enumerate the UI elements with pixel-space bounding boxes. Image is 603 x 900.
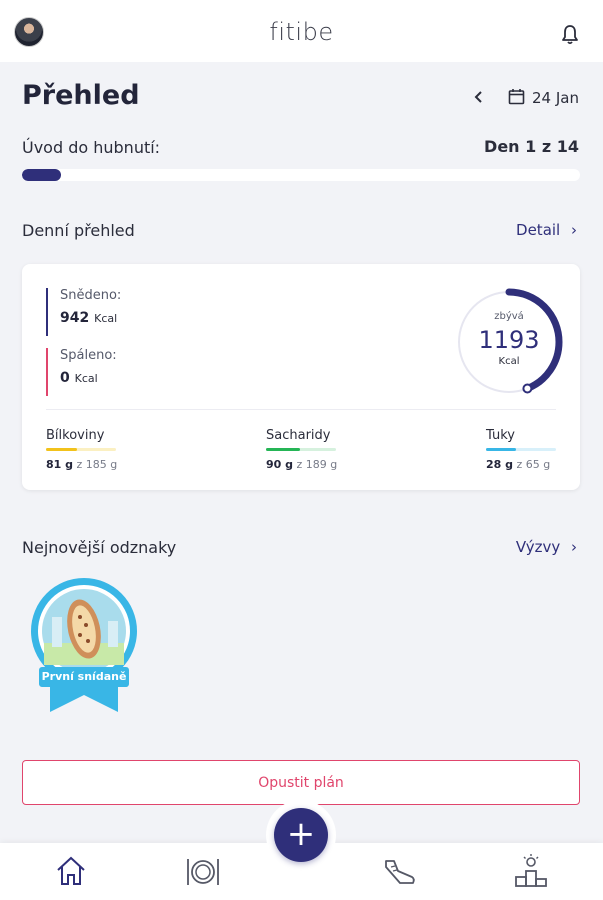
remaining-value: 1193 — [478, 326, 540, 354]
detail-link[interactable]: Detail › — [516, 221, 577, 239]
badge-label: První snídaně — [39, 667, 129, 687]
macro-amount: 81 g z 185 g — [46, 458, 166, 471]
macro-bar — [486, 448, 556, 451]
macro-bar-fill — [486, 448, 517, 451]
home-icon[interactable] — [53, 853, 89, 889]
burned-label: Spáleno: — [60, 348, 117, 363]
eaten-number: 942 — [60, 310, 90, 326]
macro-carbs: Sacharidy 90 g z 189 g — [266, 428, 386, 471]
chevron-left-icon[interactable] — [472, 87, 486, 107]
podium-icon[interactable] — [513, 853, 549, 889]
app-title: fitibe — [269, 18, 334, 46]
macro-amount-target: z 65 g — [516, 458, 551, 471]
plan-progress-bar — [22, 169, 580, 181]
calendar-icon[interactable] — [508, 88, 525, 105]
top-bar: fitibe — [0, 0, 603, 62]
macro-amount-value: 28 g — [486, 458, 514, 471]
macro-bar — [46, 448, 116, 451]
macro-name: Bílkoviny — [46, 428, 105, 443]
macro-amount-value: 90 g — [266, 458, 294, 471]
meal-plate-icon[interactable] — [185, 853, 221, 889]
macro-fat: Tuky 28 g z 65 g — [486, 428, 603, 471]
macro-bar — [266, 448, 336, 451]
first-breakfast-badge-icon[interactable] — [30, 577, 138, 715]
macro-name: Sacharidy — [266, 428, 331, 443]
macro-amount: 28 g z 65 g — [486, 458, 603, 471]
eaten-unit: Kcal — [94, 312, 118, 325]
badges-title: Nejnovější odznaky — [22, 538, 177, 557]
bell-icon[interactable] — [558, 23, 582, 47]
macro-amount-target: z 189 g — [296, 458, 338, 471]
chevron-right-icon: › — [571, 221, 577, 239]
burned-value: 0 Kcal — [60, 370, 117, 386]
burned-unit: Kcal — [74, 372, 98, 385]
remaining-calories-dot — [522, 383, 533, 394]
page-title: Přehled — [22, 80, 140, 111]
exercise-shoe-icon[interactable] — [382, 853, 418, 889]
macro-protein: Bílkoviny 81 g z 185 g — [46, 428, 166, 471]
macro-amount-value: 81 g — [46, 458, 74, 471]
plan-label: Úvod do hubnutí: — [22, 138, 161, 157]
eaten-value: 942 Kcal — [60, 310, 121, 326]
card-divider — [46, 409, 556, 410]
challenges-link-label: Výzvy — [515, 538, 561, 556]
macro-bar-fill — [46, 448, 77, 451]
plan-day-counter: Den 1 z 14 — [484, 137, 579, 156]
add-button[interactable]: + — [274, 808, 328, 862]
leave-plan-button[interactable]: Opustit plán — [22, 760, 580, 805]
eaten-label: Snědeno: — [60, 288, 122, 303]
burned-stat: Spáleno: 0 Kcal — [46, 348, 117, 396]
daily-overview-title: Denní přehled — [22, 221, 135, 240]
challenges-link[interactable]: Výzvy › — [516, 538, 577, 556]
macro-bar-fill — [266, 448, 300, 451]
chevron-right-icon: › — [571, 538, 577, 556]
daily-summary-card[interactable]: Snědeno: 942 Kcal Spáleno: 0 Kcal zbývá … — [22, 264, 580, 490]
remaining-unit: Kcal — [498, 356, 520, 367]
detail-link-label: Detail — [516, 221, 561, 239]
macro-amount: 90 g z 189 g — [266, 458, 386, 471]
date-label[interactable]: 24 Jan — [532, 89, 579, 107]
macro-amount-target: z 185 g — [76, 458, 118, 471]
remaining-label: zbývá — [494, 311, 524, 322]
eaten-stat: Snědeno: 942 Kcal — [46, 288, 121, 336]
burned-number: 0 — [60, 370, 70, 386]
plan-progress-fill — [22, 169, 62, 181]
macro-name: Tuky — [486, 428, 515, 443]
